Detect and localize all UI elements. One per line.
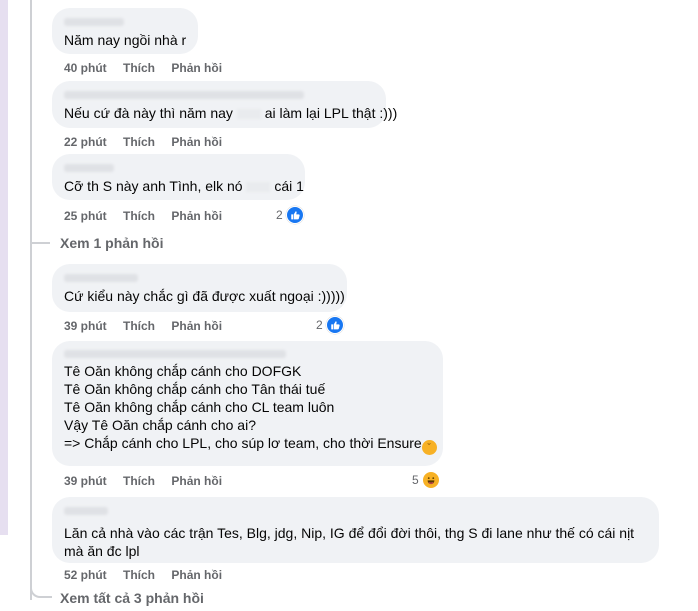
- comment-text: Nếu cứ đà này thì năm nay ai làm lại LPL…: [64, 105, 398, 121]
- comment-timestamp[interactable]: 25 phút: [64, 208, 107, 224]
- comment-author-redacted[interactable]: [64, 162, 293, 174]
- like-reaction-icon: [325, 316, 344, 334]
- reaction-summary[interactable]: 2: [276, 206, 304, 224]
- reply-button[interactable]: Phản hồi: [171, 60, 222, 76]
- comment-actions: 39 phút Thích Phản hồi: [64, 473, 235, 489]
- comment-actions: 25 phút Thích Phản hồi: [64, 208, 235, 224]
- comment-item: Cỡ th S này anh Tình, elk nó cái 1: [52, 154, 305, 200]
- comment-actions: 52 phút Thích Phản hồi: [64, 567, 235, 583]
- reaction-summary[interactable]: 5: [412, 471, 440, 489]
- comment-text-line: mà ăn đc lpl: [64, 543, 140, 559]
- comment-bubble: Năm nay ngồi nhà r: [52, 8, 198, 54]
- thread-connector-line: [30, 0, 32, 600]
- reaction-summary[interactable]: 2: [316, 316, 344, 334]
- comment-timestamp[interactable]: 39 phút: [64, 318, 107, 334]
- comment-author-redacted[interactable]: [64, 272, 335, 284]
- reaction-count: 5: [412, 473, 419, 487]
- comment-item: Năm nay ngồi nhà r: [52, 8, 198, 54]
- reaction-count: 2: [316, 318, 323, 332]
- comment-author-redacted[interactable]: [64, 16, 186, 28]
- comment-text-line: Vậy Tê Oăn chắp cánh cho ai?: [64, 417, 256, 433]
- reaction-count: 2: [276, 208, 283, 222]
- comment-item: Tê Oăn không chắp cánh cho DOFGK Tê Oăn …: [52, 341, 443, 466]
- view-all-replies-link[interactable]: Xem tất cả 3 phản hồi: [60, 590, 204, 606]
- left-edge-strip: [0, 0, 8, 535]
- like-button[interactable]: Thích: [123, 60, 155, 76]
- comment-bubble: Lăn cả nhà vào các trận Tes, Blg, jdg, N…: [52, 497, 659, 563]
- reply-button[interactable]: Phản hồi: [171, 567, 222, 583]
- comment-author-redacted[interactable]: [64, 348, 431, 360]
- haha-reaction-icon: [421, 471, 440, 489]
- tired-face-emoji-icon: ˘: [421, 440, 437, 455]
- comment-actions: 39 phút Thích Phản hồi: [64, 318, 235, 334]
- comment-bubble: Nếu cứ đà này thì năm nay ai làm lại LPL…: [52, 81, 398, 128]
- comment-text: Năm nay ngồi nhà r: [64, 32, 187, 48]
- comment-author-redacted[interactable]: [64, 89, 374, 101]
- like-button[interactable]: Thích: [123, 134, 155, 150]
- comment-text: Cứ kiểu này chắc gì đã được xuất ngoại :…: [64, 288, 345, 304]
- comment-bubble: Tê Oăn không chắp cánh cho DOFGK Tê Oăn …: [52, 341, 443, 466]
- comment-author-redacted[interactable]: [64, 505, 647, 517]
- comment-item: Lăn cả nhà vào các trận Tes, Blg, jdg, N…: [52, 497, 659, 563]
- like-reaction-icon: [285, 206, 304, 224]
- comment-text-line: Lăn cả nhà vào các trận Tes, Blg, jdg, N…: [64, 525, 635, 541]
- comment-text-line: Tê Oăn không chắp cánh cho DOFGK: [64, 363, 302, 379]
- comment-bubble: Cứ kiểu này chắc gì đã được xuất ngoại :…: [52, 264, 347, 312]
- reply-button[interactable]: Phản hồi: [171, 318, 222, 334]
- comment-timestamp[interactable]: 52 phút: [64, 567, 107, 583]
- like-button[interactable]: Thích: [123, 208, 155, 224]
- comment-text: Cỡ th S này anh Tình, elk nó cái 1: [64, 178, 304, 194]
- comment-timestamp[interactable]: 39 phút: [64, 473, 107, 489]
- comment-text-line: => Chắp cánh cho LPL, cho súp lơ team, c…: [64, 434, 437, 455]
- comment-text-line: Tê Oăn không chắp cánh cho Tân thái tuế: [64, 381, 326, 397]
- thread-branch-connector: [30, 226, 50, 244]
- reply-button[interactable]: Phản hồi: [171, 134, 222, 150]
- view-one-reply-link[interactable]: Xem 1 phản hồi: [60, 235, 163, 251]
- comment-timestamp[interactable]: 22 phút: [64, 134, 107, 150]
- reply-button[interactable]: Phản hồi: [171, 208, 222, 224]
- like-button[interactable]: Thích: [123, 318, 155, 334]
- like-button[interactable]: Thích: [123, 473, 155, 489]
- comment-item: Nếu cứ đà này thì năm nay ai làm lại LPL…: [52, 81, 398, 128]
- comment-bubble: Cỡ th S này anh Tình, elk nó cái 1: [52, 154, 305, 200]
- comment-actions: 40 phút Thích Phản hồi: [64, 60, 235, 76]
- comment-timestamp[interactable]: 40 phút: [64, 60, 107, 76]
- thread-branch-connector: [30, 580, 52, 598]
- comment-actions: 22 phút Thích Phản hồi: [64, 134, 235, 150]
- reply-button[interactable]: Phản hồi: [171, 473, 222, 489]
- comment-text-line: Tê Oăn không chắp cánh cho CL team luôn: [64, 399, 335, 415]
- like-button[interactable]: Thích: [123, 567, 155, 583]
- comment-item: Cứ kiểu này chắc gì đã được xuất ngoại :…: [52, 264, 347, 312]
